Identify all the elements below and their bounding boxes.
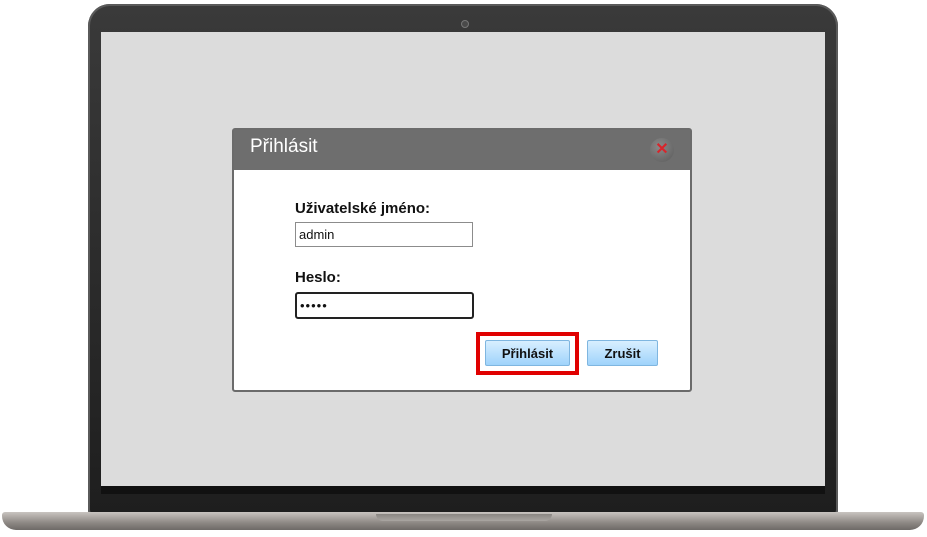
close-icon: ✕ bbox=[655, 141, 669, 158]
password-label: Heslo: bbox=[295, 269, 341, 286]
laptop-notch bbox=[376, 514, 552, 521]
dialog-title: Přihlásit bbox=[250, 136, 318, 157]
dialog-titlebar: Přihlásit ✕ bbox=[234, 130, 690, 170]
username-label: Uživatelské jméno: bbox=[295, 200, 431, 217]
username-input[interactable] bbox=[295, 222, 473, 247]
screen-bezel-bottom bbox=[101, 486, 825, 494]
cancel-button[interactable]: Zrušit bbox=[587, 340, 658, 366]
password-input[interactable] bbox=[295, 292, 474, 319]
login-dialog: Přihlásit ✕ Uživatelské jméno: Heslo: Př… bbox=[232, 128, 692, 392]
login-button[interactable]: Přihlásit bbox=[485, 340, 570, 366]
close-button[interactable]: ✕ bbox=[650, 138, 674, 162]
webcam bbox=[461, 20, 469, 28]
